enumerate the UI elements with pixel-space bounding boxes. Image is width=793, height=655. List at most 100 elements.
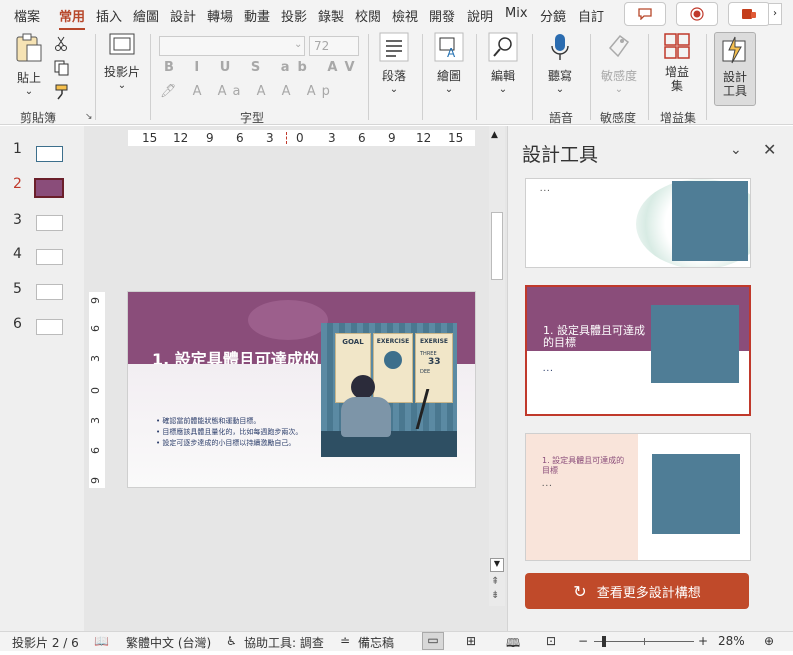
poster-text: GOAL — [342, 338, 364, 346]
copy-icon[interactable] — [54, 60, 70, 76]
slides-label: 投影片 — [103, 65, 140, 79]
fit-to-window-icon[interactable]: ⊕ — [764, 634, 774, 648]
tab-slideshow[interactable]: 投影 — [281, 6, 307, 25]
present-teams-button[interactable] — [728, 2, 770, 26]
horizontal-ruler: 15 12 9 6 3 0 3 6 9 12 15 — [128, 130, 475, 146]
collapse-chevron-icon[interactable]: ⌄ — [730, 142, 742, 158]
accessibility-icon: ♿ — [226, 634, 237, 648]
format-painter-icon[interactable] — [54, 84, 70, 100]
tab-draw[interactable]: 繪圖 — [133, 6, 159, 25]
sensitivity-button[interactable]: 敏感度 ⌄ — [598, 32, 640, 95]
language-indicator[interactable]: 繁體中文 (台灣) — [126, 634, 211, 651]
divider — [648, 34, 649, 120]
designer-pane-title: 設計工具 — [522, 144, 599, 166]
paste-label: 貼上 — [16, 71, 41, 85]
slide-bullet-list[interactable]: • 確認當前體能狀態和運動目標。 • 目標應該具體且量化的，比如每週跑步兩次。 … — [156, 416, 336, 449]
record-button[interactable] — [676, 2, 718, 26]
divider — [532, 34, 533, 120]
designer-button[interactable]: 設計工具 — [714, 32, 756, 106]
divider — [150, 34, 151, 120]
design-idea-2-selected[interactable]: 1. 設定具體且可達成的目標 • • • — [525, 285, 751, 416]
tab-home[interactable]: 常用 — [59, 6, 86, 31]
slide-thumbnail-3[interactable] — [36, 215, 63, 231]
divider — [95, 34, 96, 120]
design-bullets: • • • — [540, 188, 550, 193]
cut-icon[interactable] — [54, 36, 68, 52]
designer-label: 設計工具 — [722, 70, 747, 98]
font-style-buttons[interactable]: B I U S ab AV — [164, 60, 363, 75]
design-idea-3[interactable]: 1. 設定具體且可達成的目標 • • • — [525, 433, 751, 561]
current-slide[interactable]: 1. 設定具體且可達成的目標 • 確認當前體能狀態和運動目標。 • 目標應該具體… — [127, 291, 476, 488]
new-slide-button[interactable]: 投影片 ⌄ — [102, 32, 142, 91]
editor-vertical-scrollbar[interactable]: ▲ ▼ ⇞ ⇟ — [489, 126, 505, 606]
zoom-level[interactable]: 28% — [718, 634, 745, 648]
clipboard-launcher-icon[interactable]: ↘ — [85, 112, 93, 122]
comments-button[interactable] — [624, 2, 666, 26]
tab-custom[interactable]: 自訂 — [578, 6, 604, 25]
zoom-slider-thumb[interactable] — [602, 636, 606, 647]
dictate-label: 聽寫 — [547, 69, 572, 83]
spelling-check-icon[interactable]: 📖 — [94, 634, 109, 648]
close-icon[interactable]: ✕ — [763, 140, 776, 159]
editing-label: 編輯 — [490, 69, 515, 83]
scroll-down-icon[interactable]: ▼ — [490, 558, 504, 572]
dictate-button[interactable]: 聽寫 ⌄ — [542, 32, 578, 95]
drawing-button[interactable]: A 繪圖 ⌄ — [431, 32, 467, 95]
microphone-icon — [551, 34, 569, 60]
scrollbar-thumb[interactable] — [491, 212, 503, 280]
addins-label: 增益集 — [664, 65, 689, 93]
font-color-buttons[interactable]: 🖊 A Aa A A Ap — [160, 84, 336, 99]
design-idea-1[interactable]: • • • — [525, 178, 751, 268]
slide-bullet: • 設定可逐步達成的小目標以持續激勵自己。 — [156, 439, 296, 447]
slideshow-icon[interactable]: ⊡ — [546, 634, 556, 648]
tab-design[interactable]: 設計 — [170, 6, 196, 25]
slide-counter: 投影片 2 / 6 — [12, 636, 79, 650]
zoom-slider-center-mark — [644, 638, 645, 645]
ribbon-scroll-right[interactable]: › — [768, 3, 782, 25]
clipboard-group-label: 剪貼簿 — [20, 111, 57, 125]
notes-button[interactable]: 備忘稿 — [358, 634, 394, 651]
tab-record[interactable]: 錄製 — [318, 6, 344, 25]
normal-view-icon[interactable]: ▭ — [422, 632, 444, 650]
paragraph-button[interactable]: 段落 ⌄ — [377, 32, 411, 95]
zoom-out-icon[interactable]: − — [578, 634, 588, 648]
slide-thumbnail-2[interactable] — [34, 178, 64, 198]
tab-view[interactable]: 檢視 — [392, 6, 418, 25]
editing-button[interactable]: 編輯 ⌄ — [486, 32, 520, 95]
reading-view-icon[interactable]: 🕮 — [506, 634, 520, 655]
tab-developer[interactable]: 開發 — [429, 6, 455, 25]
tab-file[interactable]: 檔案 — [14, 6, 40, 25]
font-name-box[interactable] — [159, 36, 305, 56]
slide-thumbnail-1[interactable] — [36, 146, 63, 162]
slide-sorter-icon[interactable]: ⊞ — [466, 634, 476, 648]
slide-thumbnail-5[interactable] — [36, 284, 63, 300]
design-illustration — [672, 181, 748, 261]
slide-thumbnail-4[interactable] — [36, 249, 63, 265]
tab-mix[interactable]: Mix — [505, 6, 528, 21]
tab-animations[interactable]: 動畫 — [244, 6, 270, 25]
next-slide-icon[interactable]: ⇟ — [491, 590, 499, 601]
paragraph-icon — [379, 32, 409, 62]
slide-thumbnail-6[interactable] — [36, 319, 63, 335]
ruler-tick: 3 — [328, 131, 336, 145]
slide-illustration[interactable]: GOAL EXERCISE EXERISE THREE 33 DEE — [321, 323, 457, 457]
slide-bullet: • 確認當前體能狀態和運動目標。 — [156, 417, 261, 425]
accessibility-status[interactable]: 協助工具: 調查 — [244, 634, 324, 651]
tab-review[interactable]: 校閱 — [355, 6, 381, 25]
tab-storyboard[interactable]: 分鏡 — [540, 6, 566, 25]
addins-button[interactable]: 增益集 — [658, 32, 696, 93]
zoom-in-icon[interactable]: + — [698, 634, 708, 648]
font-size-box[interactable]: 72 — [309, 36, 359, 56]
tab-help[interactable]: 說明 — [467, 6, 493, 25]
tab-insert[interactable]: 插入 — [96, 6, 122, 25]
ruler-tick: 9 — [89, 297, 102, 304]
divider — [368, 34, 369, 120]
previous-slide-icon[interactable]: ⇞ — [491, 576, 499, 587]
refresh-icon: ↻ — [573, 581, 587, 601]
scroll-up-icon[interactable]: ▲ — [491, 130, 498, 140]
paste-button[interactable]: 貼上 ⌄ — [12, 32, 46, 97]
slide-bullet: • 目標應該具體且量化的，比如每週跑步兩次。 — [156, 428, 303, 436]
tab-transitions[interactable]: 轉場 — [207, 6, 233, 25]
comment-icon — [638, 8, 652, 20]
see-more-ideas-button[interactable]: ↻ 查看更多設計構想 — [525, 573, 749, 609]
